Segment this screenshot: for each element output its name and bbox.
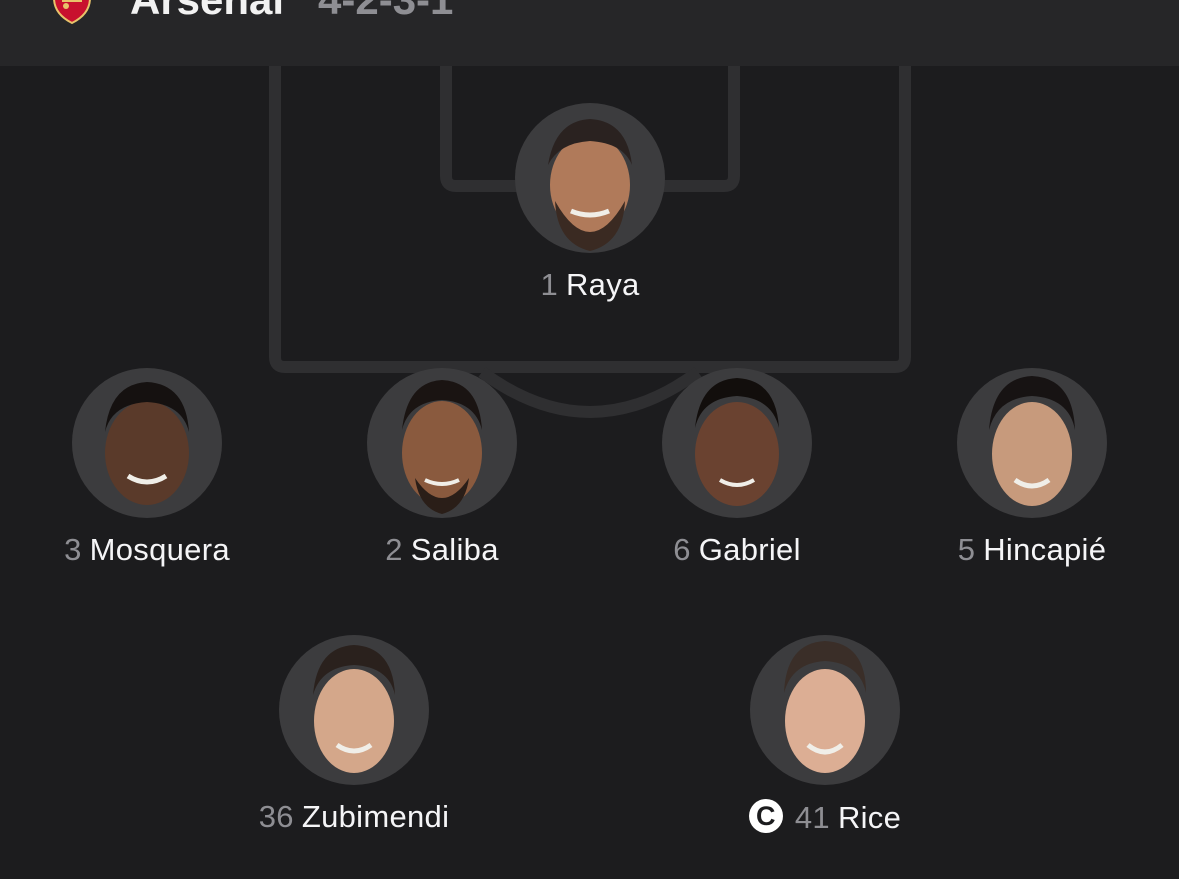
player-mosquera[interactable]: 3 Mosquera (0, 368, 297, 588)
player-label: C 41 Rice (675, 799, 975, 836)
player-photo (515, 103, 665, 253)
player-photo (750, 635, 900, 785)
player-number: 3 (64, 532, 82, 567)
player-photo (72, 368, 222, 518)
player-number: 6 (673, 532, 691, 567)
player-number: 1 (540, 267, 558, 302)
player-raya[interactable]: 1 Raya (440, 103, 740, 323)
player-number: 2 (385, 532, 403, 567)
player-gabriel[interactable]: 6 Gabriel (587, 368, 887, 588)
player-face-icon (105, 382, 189, 505)
player-photo (957, 368, 1107, 518)
captain-badge-icon: C (748, 799, 783, 833)
player-name: Saliba (410, 532, 499, 567)
player-number: 41 (794, 800, 830, 835)
player-label: 5 Hincapié (882, 532, 1179, 568)
player-number: 36 (258, 799, 294, 834)
player-label: 6 Gabriel (587, 532, 887, 568)
arsenal-crest-icon (53, 0, 91, 24)
formation-label: 4-2-3-1 (318, 0, 453, 24)
player-face-icon (989, 376, 1075, 506)
player-hincapie[interactable]: 5 Hincapié (882, 368, 1179, 588)
player-label: 36 Zubimendi (204, 799, 504, 835)
pitch: 1 Raya 3 Mosquera 2 Saliba 6 Gabriel 5 H… (0, 66, 1179, 879)
player-face-icon (784, 641, 866, 773)
player-face-icon (695, 378, 779, 506)
player-number: 5 (957, 532, 976, 567)
team-header: Arsenal 4-2-3-1 (0, 0, 1179, 66)
player-name: Raya (565, 267, 640, 302)
player-name: Mosquera (89, 532, 230, 567)
player-saliba[interactable]: 2 Saliba (292, 368, 592, 588)
player-face-icon (548, 119, 632, 251)
player-name: Hincapié (983, 532, 1107, 567)
player-photo (279, 635, 429, 785)
team-name: Arsenal (130, 0, 284, 24)
player-label: 2 Saliba (292, 532, 592, 568)
player-label: 1 Raya (440, 267, 740, 303)
player-name: Rice (837, 800, 902, 835)
player-photo (662, 368, 812, 518)
player-name: Gabriel (698, 532, 801, 567)
player-zubimendi[interactable]: 36 Zubimendi (204, 635, 504, 855)
player-photo (367, 368, 517, 518)
player-name: Zubimendi (301, 799, 450, 834)
player-face-icon (402, 380, 482, 514)
player-rice[interactable]: C 41 Rice (675, 635, 975, 855)
player-face-icon (313, 645, 395, 773)
player-label: 3 Mosquera (0, 532, 297, 568)
